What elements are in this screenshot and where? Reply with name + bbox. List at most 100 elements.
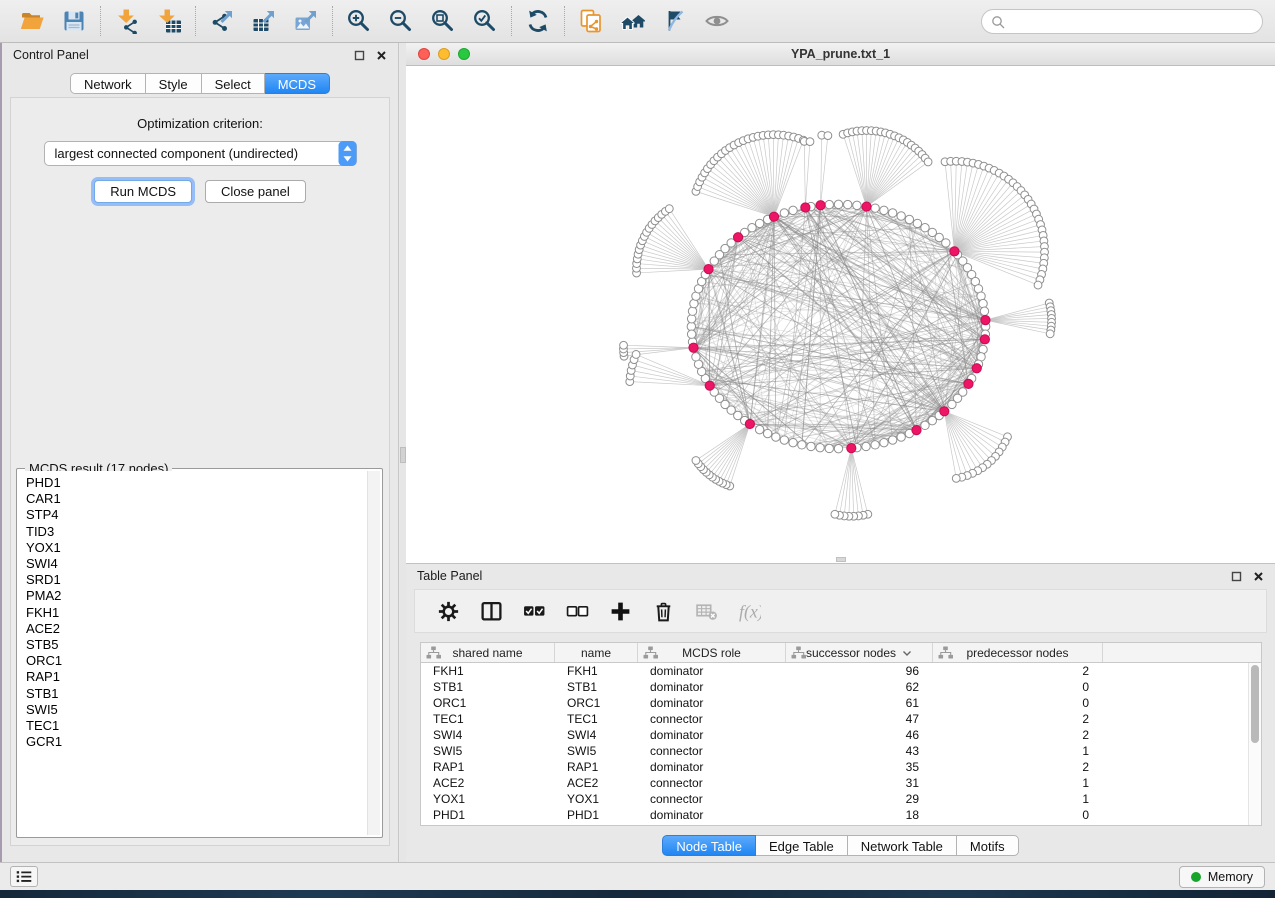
network-node[interactable]: [692, 353, 700, 361]
network-node[interactable]: [789, 438, 797, 446]
add-column-button[interactable]: [607, 598, 633, 624]
maximize-window-icon[interactable]: [458, 48, 470, 60]
mcds-result-item[interactable]: STB5: [26, 637, 367, 653]
zoom-in-button[interactable]: [344, 6, 374, 36]
network-node[interactable]: [942, 239, 950, 247]
network-node[interactable]: [862, 442, 870, 450]
unselect-all-columns-button[interactable]: [564, 598, 590, 624]
float-table-panel-icon[interactable]: [1231, 571, 1242, 582]
table-row[interactable]: FKH1FKH1dominator962: [421, 663, 1261, 679]
close-window-icon[interactable]: [418, 48, 430, 60]
tab-network-table[interactable]: Network Table: [848, 835, 957, 856]
network-node[interactable]: [880, 438, 888, 446]
show-eye-button[interactable]: [702, 6, 732, 36]
table-row[interactable]: YOX1YOX1connector291: [421, 791, 1261, 807]
mcds-hub-node[interactable]: [912, 426, 921, 435]
table-row[interactable]: PHD1PHD1dominator180: [421, 807, 1261, 823]
network-node[interactable]: [687, 315, 695, 323]
tab-style[interactable]: Style: [146, 73, 202, 94]
search-input[interactable]: [1010, 15, 1253, 29]
mcds-hub-node[interactable]: [816, 201, 825, 210]
network-node[interactable]: [834, 200, 842, 208]
mcds-result-item[interactable]: PHD1: [26, 475, 367, 491]
choose-columns-button[interactable]: [478, 598, 504, 624]
network-node[interactable]: [687, 330, 695, 338]
tab-motifs[interactable]: Motifs: [957, 835, 1019, 856]
optimization-criterion-select[interactable]: largest connected component (undirected): [44, 141, 357, 166]
tab-network[interactable]: Network: [70, 73, 146, 94]
network-node[interactable]: [980, 307, 988, 315]
tab-edge-table[interactable]: Edge Table: [756, 835, 848, 856]
table-row[interactable]: STB1STB1dominator620: [421, 679, 1261, 695]
mcds-hub-node[interactable]: [940, 407, 949, 416]
minimize-window-icon[interactable]: [438, 48, 450, 60]
table-row[interactable]: SWI5SWI5connector431: [421, 743, 1261, 759]
network-node[interactable]: [780, 209, 788, 217]
network-node[interactable]: [844, 200, 852, 208]
network-node[interactable]: [928, 416, 936, 424]
network-node[interactable]: [692, 457, 700, 465]
open-folder-button[interactable]: [17, 6, 47, 36]
network-node[interactable]: [748, 223, 756, 231]
network-node[interactable]: [687, 322, 695, 330]
show-panels-button[interactable]: [10, 866, 38, 887]
mcds-result-item[interactable]: ACE2: [26, 621, 367, 637]
network-node[interactable]: [755, 425, 763, 433]
network-node[interactable]: [948, 400, 956, 408]
mcds-hub-node[interactable]: [705, 381, 714, 390]
clone-network-button[interactable]: [576, 6, 606, 36]
network-node[interactable]: [952, 474, 960, 482]
network-node[interactable]: [816, 443, 824, 451]
column-header-name[interactable]: name: [555, 643, 638, 662]
float-panel-icon[interactable]: [354, 50, 365, 61]
memory-button[interactable]: Memory: [1179, 866, 1265, 888]
table-scrollbar[interactable]: [1248, 663, 1261, 825]
search-box[interactable]: [981, 9, 1263, 34]
network-node[interactable]: [921, 421, 929, 429]
network-node[interactable]: [755, 219, 763, 227]
mcds-hub-node[interactable]: [981, 316, 990, 325]
import-network-button[interactable]: [112, 6, 142, 36]
export-network-button[interactable]: [207, 6, 237, 36]
mcds-result-item[interactable]: STP4: [26, 507, 367, 523]
network-node[interactable]: [871, 441, 879, 449]
mcds-hub-node[interactable]: [847, 444, 856, 453]
mcds-result-item[interactable]: GCR1: [26, 734, 367, 750]
network-node[interactable]: [979, 299, 987, 307]
mcds-hub-node[interactable]: [745, 419, 754, 428]
network-node[interactable]: [853, 201, 861, 209]
table-row[interactable]: ACE2ACE2connector311: [421, 775, 1261, 791]
refresh-button[interactable]: [523, 6, 553, 36]
network-node[interactable]: [1046, 330, 1054, 338]
settings-button[interactable]: [435, 598, 461, 624]
network-node[interactable]: [897, 212, 905, 220]
mcds-hub-node[interactable]: [801, 203, 810, 212]
close-panel-button[interactable]: Close panel: [205, 180, 306, 203]
mcds-hub-node[interactable]: [972, 364, 981, 373]
mcds-hub-node[interactable]: [964, 379, 973, 388]
delete-column-button[interactable]: [650, 598, 676, 624]
close-table-panel-icon[interactable]: [1253, 571, 1264, 582]
column-header-predecessor-nodes[interactable]: predecessor nodes: [933, 643, 1103, 662]
import-table-button[interactable]: [154, 6, 184, 36]
mcds-hub-node[interactable]: [689, 343, 698, 352]
network-node[interactable]: [888, 209, 896, 217]
network-node[interactable]: [880, 206, 888, 214]
network-node[interactable]: [825, 444, 833, 452]
mcds-result-item[interactable]: CAR1: [26, 491, 367, 507]
network-node[interactable]: [834, 444, 842, 452]
network-node[interactable]: [789, 206, 797, 214]
mcds-hub-node[interactable]: [769, 212, 778, 221]
mcds-hub-node[interactable]: [733, 233, 742, 242]
column-header-successor-nodes[interactable]: successor nodes: [786, 643, 933, 662]
network-node[interactable]: [905, 215, 913, 223]
export-table-button[interactable]: [249, 6, 279, 36]
network-node[interactable]: [763, 429, 771, 437]
network-node[interactable]: [780, 436, 788, 444]
mcds-result-item[interactable]: FKH1: [26, 605, 367, 621]
zoom-selected-button[interactable]: [470, 6, 500, 36]
zoom-out-button[interactable]: [386, 6, 416, 36]
tab-mcds[interactable]: MCDS: [265, 73, 330, 94]
run-mcds-button[interactable]: Run MCDS: [94, 180, 192, 203]
network-node[interactable]: [806, 138, 814, 146]
